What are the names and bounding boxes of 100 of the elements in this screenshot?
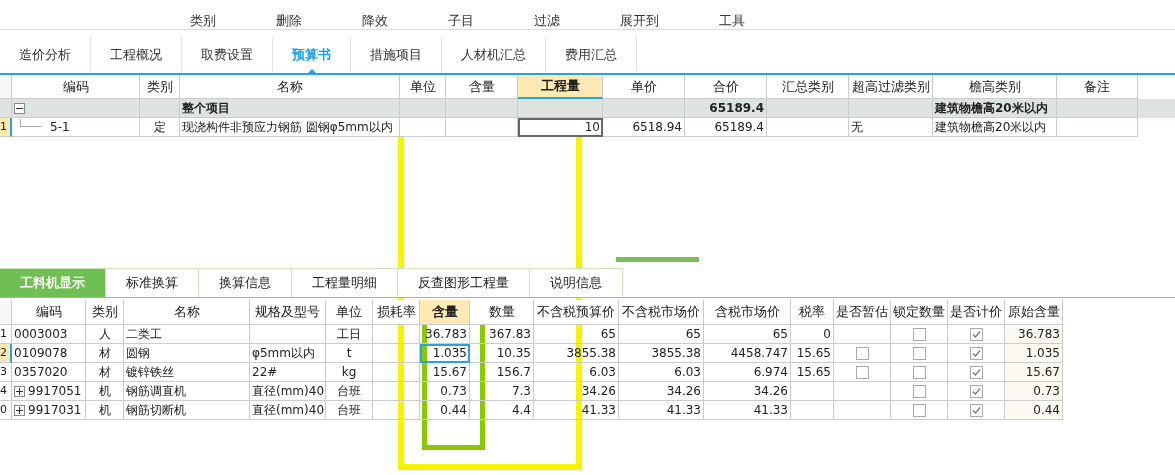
cell-text: 15.67 — [432, 364, 467, 381]
checkbox[interactable] — [969, 403, 983, 417]
splitter-handle[interactable] — [616, 257, 699, 262]
checkbox[interactable] — [912, 384, 926, 398]
cell-text: 钢筋调直机 — [126, 383, 186, 400]
checkbox[interactable] — [855, 346, 869, 360]
cell-text: 41.33 — [666, 402, 701, 419]
checkbox[interactable] — [912, 346, 926, 360]
row-number[interactable]: 0 — [0, 401, 12, 420]
toolbar-button[interactable]: 过滤 — [534, 14, 560, 27]
row-number[interactable]: 2 — [0, 344, 12, 363]
cell-text: 65 — [685, 326, 701, 343]
cell-text: 3855.38 — [651, 345, 701, 362]
column-header[interactable]: 工程量 — [518, 75, 603, 99]
column-header[interactable]: 檐高类别 — [933, 75, 1057, 99]
cell-text: 台班 — [337, 383, 361, 400]
cell-text: 直径(mm)40 — [252, 402, 324, 419]
column-header[interactable]: 原始含量 — [1005, 300, 1063, 325]
row-number[interactable]: 3 — [0, 363, 12, 382]
tab[interactable]: 措施项目 — [351, 37, 442, 73]
tab[interactable]: 取费设置 — [182, 37, 273, 73]
column-header[interactable]: 税率 — [791, 300, 834, 325]
toolbar-button[interactable]: 降效 — [362, 14, 388, 27]
tab[interactable]: 说明信息 — [530, 268, 623, 297]
checkbox[interactable] — [855, 365, 869, 379]
cell-text: 15.65 — [796, 345, 831, 362]
toolbar-button[interactable]: 类别 — [190, 14, 216, 27]
checkbox[interactable] — [969, 346, 983, 360]
column-header[interactable]: 汇总类别 — [767, 75, 849, 99]
cell-text: 367.83 — [489, 326, 531, 343]
cell-text: 34.26 — [753, 383, 788, 400]
cell-text: 34.26 — [666, 383, 701, 400]
column-header[interactable]: 含税市场价 — [704, 300, 791, 325]
column-header[interactable]: 锁定数量 — [891, 300, 948, 325]
cell-text: 0357020 — [14, 364, 68, 381]
cell-text: 9917051 — [28, 383, 82, 400]
column-header[interactable]: 备注 — [1057, 75, 1138, 99]
row-number[interactable]: 4 — [0, 382, 12, 401]
tab[interactable]: 工程概况 — [91, 37, 182, 73]
tab[interactable]: 工程量明细 — [292, 268, 398, 297]
toolbar-button[interactable]: 子目 — [448, 14, 474, 27]
tab[interactable]: 标准换算 — [106, 268, 199, 297]
cell-text: 65189.4 — [714, 119, 764, 136]
column-header[interactable]: 编码 — [12, 300, 86, 325]
column-header[interactable]: 合价 — [685, 75, 767, 99]
cell-text: 机 — [98, 383, 111, 400]
tab[interactable]: 造价分析 — [0, 37, 91, 73]
column-header[interactable]: 编码 — [12, 75, 140, 99]
cell-text: 22# — [252, 364, 278, 381]
cell-text: 圆钢 — [126, 345, 150, 362]
cell-text: 7.3 — [511, 383, 531, 400]
toolbar-button[interactable]: 展开到 — [620, 14, 659, 27]
checkbox[interactable] — [969, 365, 983, 379]
tab[interactable]: 费用汇总 — [546, 37, 637, 73]
checkbox[interactable] — [912, 403, 926, 417]
column-header[interactable]: 含量 — [446, 75, 518, 99]
cell-text: 6518.94 — [632, 119, 682, 136]
column-header[interactable]: 类别 — [86, 300, 124, 325]
row-number[interactable]: 1 — [0, 118, 12, 137]
tab[interactable]: 换算信息 — [199, 268, 292, 297]
row-number[interactable]: 1 — [0, 325, 12, 344]
tree-line — [20, 119, 42, 127]
cell-text: 156.7 — [496, 364, 531, 381]
column-header[interactable]: 损耗率 — [373, 300, 420, 325]
column-header[interactable]: 类别 — [140, 75, 180, 99]
column-header[interactable]: 规格及型号 — [250, 300, 326, 325]
column-header[interactable]: 含量 — [420, 300, 470, 325]
column-header[interactable]: 名称 — [124, 300, 250, 325]
table-cell: 36.783 — [1005, 325, 1063, 344]
cell-text: 10 — [584, 119, 600, 136]
cell-text: 工日 — [337, 326, 361, 343]
column-header[interactable]: 单价 — [603, 75, 685, 99]
checkbox[interactable] — [912, 327, 926, 341]
checkbox[interactable] — [969, 384, 983, 398]
toolbar-button[interactable]: 工具 — [719, 14, 745, 27]
column-header[interactable]: 不含税市场价 — [619, 300, 704, 325]
column-header[interactable]: 数量 — [470, 300, 534, 325]
column-header[interactable]: 单位 — [326, 300, 373, 325]
cell-text: 65 — [600, 326, 616, 343]
cell-text: 0003003 — [14, 326, 68, 343]
checkbox[interactable] — [912, 365, 926, 379]
column-header[interactable]: 不含税预算价 — [534, 300, 619, 325]
column-header[interactable]: 是否暂估 — [834, 300, 891, 325]
tab[interactable]: 反查图形工程量 — [398, 268, 530, 297]
cell-text: t — [346, 345, 352, 362]
column-header[interactable]: 超高过滤类别 — [849, 75, 933, 99]
cell-text: 0109078 — [14, 345, 68, 362]
table-cell: 0.73 — [1005, 382, 1063, 401]
cell-text: φ5mm以内 — [252, 345, 315, 362]
toolbar-button[interactable]: 删除 — [276, 14, 302, 27]
expand-icon[interactable] — [14, 404, 25, 416]
cell-text: 65189.4 — [709, 100, 764, 117]
column-header[interactable]: 是否计价 — [948, 300, 1005, 325]
column-header[interactable]: 单位 — [400, 75, 446, 99]
tab[interactable]: 人材机汇总 — [442, 37, 546, 73]
checkbox[interactable] — [969, 327, 983, 341]
collapse-icon[interactable] — [14, 102, 25, 114]
cell-text: 4458.747 — [730, 345, 788, 362]
column-header[interactable]: 名称 — [180, 75, 400, 99]
expand-icon[interactable] — [14, 385, 25, 397]
